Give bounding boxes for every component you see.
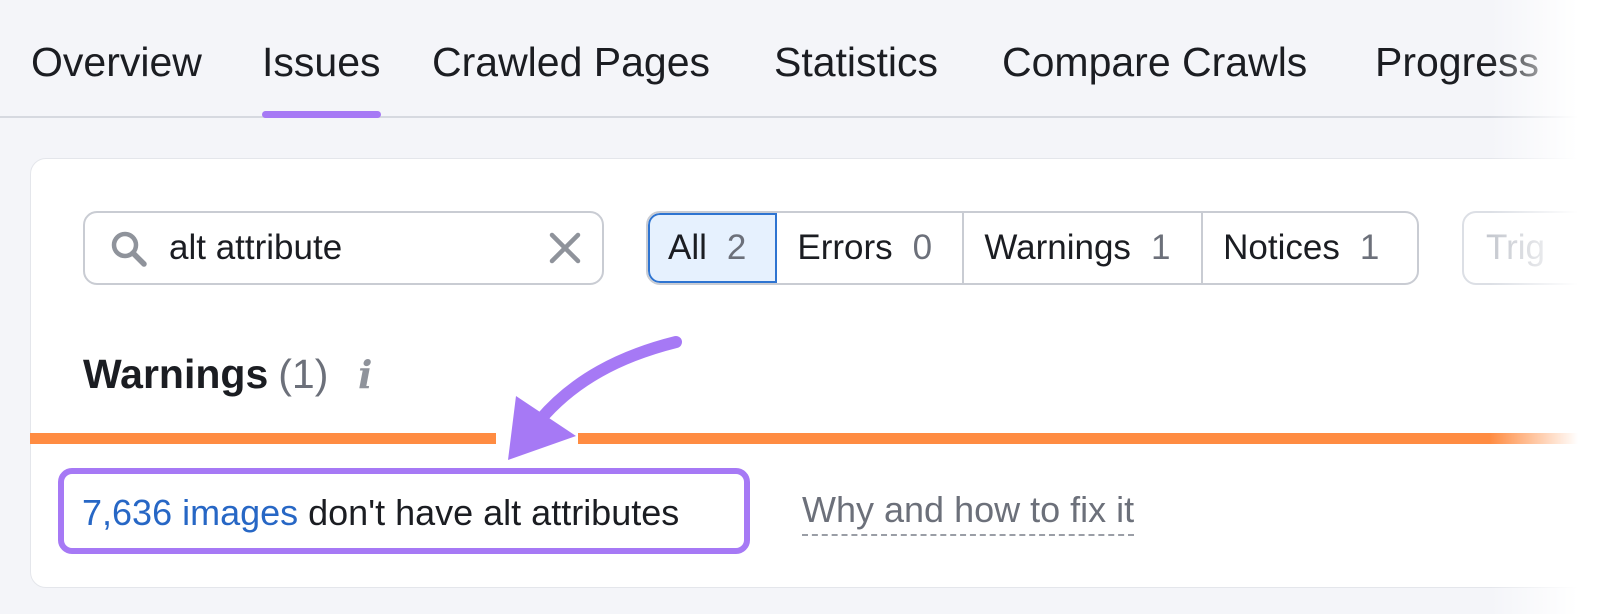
section-heading: Warnings (1) <box>83 350 328 400</box>
issue-images-link[interactable]: 7,636 images <box>82 492 298 533</box>
issue-description: don't have alt attributes <box>298 492 680 533</box>
filter-errors-label: Errors <box>797 228 893 267</box>
filter-warnings[interactable]: Warnings 1 <box>964 213 1204 283</box>
tab-progress[interactable]: Progress <box>1375 38 1539 118</box>
info-icon[interactable]: i <box>358 356 378 394</box>
search-icon <box>111 231 147 267</box>
filter-notices-label: Notices <box>1223 228 1340 267</box>
filter-all-count: 2 <box>726 228 747 267</box>
search-box[interactable] <box>83 211 604 285</box>
warning-severity-bar <box>30 433 1600 444</box>
section-count: (1) <box>278 351 329 397</box>
filter-notices[interactable]: Notices 1 <box>1203 213 1417 283</box>
issue-type-filter: All 2 Errors 0 Warnings 1 Notices 1 <box>646 211 1419 285</box>
filter-warnings-count: 1 <box>1150 228 1171 267</box>
tab-issues[interactable]: Issues <box>262 38 381 118</box>
filter-errors-count: 0 <box>912 228 933 267</box>
search-input[interactable] <box>169 225 529 271</box>
trigger-dropdown[interactable]: Trig <box>1462 211 1600 285</box>
filter-all[interactable]: All 2 <box>648 213 778 283</box>
issue-row-highlight: 7,636 images don't have alt attributes <box>58 468 750 554</box>
section-title: Warnings <box>83 351 269 397</box>
filter-errors[interactable]: Errors 0 <box>777 213 965 283</box>
tab-crawled-pages[interactable]: Crawled Pages <box>432 38 710 118</box>
filter-all-label: All <box>668 228 707 267</box>
tab-compare-crawls[interactable]: Compare Crawls <box>1002 38 1307 118</box>
arrow-annotation <box>508 336 682 460</box>
filter-warnings-label: Warnings <box>984 228 1131 267</box>
filter-notices-count: 1 <box>1359 228 1380 267</box>
tab-overview[interactable]: Overview <box>31 38 202 118</box>
tab-statistics[interactable]: Statistics <box>774 38 938 118</box>
why-and-how-to-fix-link[interactable]: Why and how to fix it <box>802 488 1135 536</box>
clear-icon[interactable] <box>547 230 583 266</box>
report-tabs: Overview Issues Crawled Pages Statistics… <box>0 0 1600 118</box>
